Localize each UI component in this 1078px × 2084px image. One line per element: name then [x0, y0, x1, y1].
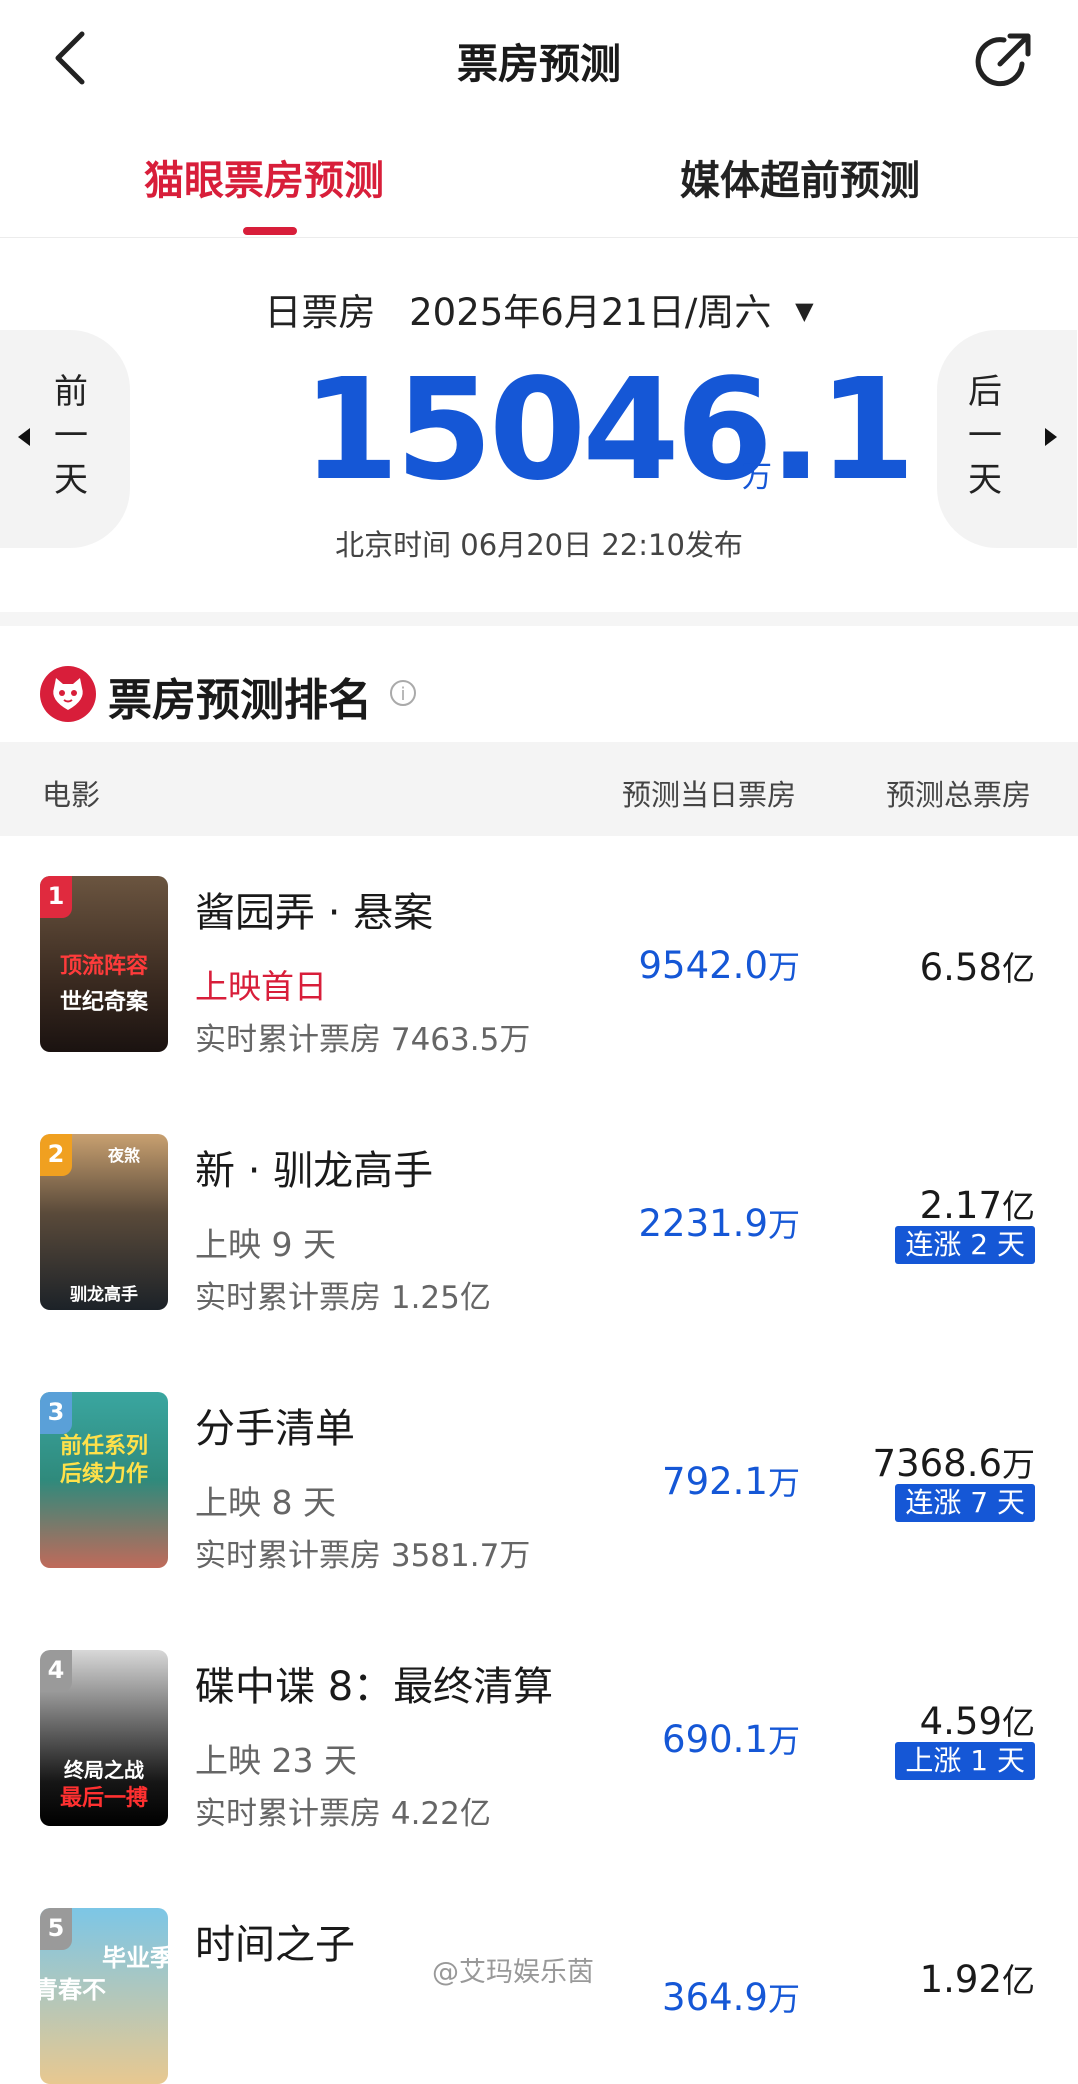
prev-char: 天 — [54, 460, 88, 500]
total-forecast-value: 4.59 — [919, 1700, 1002, 1743]
total-forecast: 4.59亿 — [920, 1696, 1035, 1744]
prev-day-button[interactable]: 前 一 天 — [0, 330, 130, 548]
movie-poster: 3 前任系列 后续力作 — [40, 1392, 168, 1568]
next-char: 一 — [968, 416, 1002, 456]
daily-box-office-total: 15046.1 — [302, 349, 916, 512]
date-type-label: 日票房 — [264, 291, 376, 334]
total-forecast-value: 7368.6 — [872, 1442, 1002, 1485]
total-forecast: 6.58亿 — [920, 942, 1035, 990]
day-forecast-unit: 万 — [767, 1464, 800, 1502]
poster-text: 青春不 — [40, 1976, 106, 2004]
selected-date: 2025年6月21日/周六 — [409, 291, 772, 334]
movie-name: 碟中谍 8：最终清算 — [195, 1664, 554, 1710]
total-forecast-value: 6.58 — [919, 946, 1002, 989]
tab-maoyan-forecast[interactable]: 猫眼票房预测 — [144, 148, 384, 206]
movie-status: 上映首日 — [195, 967, 327, 1006]
total-forecast-value: 2.17 — [919, 1184, 1002, 1227]
movie-cumulative: 实时累计票房 1.25亿 — [195, 1280, 491, 1316]
daily-box-office-unit: 万 — [742, 460, 772, 495]
prev-day-label: 前 一 天 — [51, 370, 91, 502]
maoyan-cat-logo-icon — [40, 666, 96, 722]
publish-time: 北京时间 06月20日 22:10发布 — [335, 528, 743, 562]
movie-name: 时间之子 — [195, 1922, 355, 1968]
movie-name: 酱园弄 · 悬案 — [195, 890, 434, 936]
poster-text: 驯龙高手 — [70, 1285, 138, 1305]
rank-badge: 5 — [40, 1908, 72, 1950]
prev-char: 一 — [54, 416, 88, 456]
day-forecast: 364.9万 — [662, 1974, 800, 2020]
movie-cumulative: 实时累计票房 7463.5万 — [195, 1022, 531, 1058]
total-forecast-unit: 亿 — [1002, 1703, 1035, 1742]
prev-char: 前 — [54, 372, 88, 412]
day-forecast: 9542.0万 — [639, 942, 800, 988]
date-selector[interactable]: 日票房 2025年6月21日/周六 ▼ — [0, 282, 1078, 336]
share-button[interactable] — [970, 28, 1036, 94]
movie-status: 上映 23 天 — [195, 1741, 357, 1780]
movie-name: 新 · 驯龙高手 — [195, 1148, 434, 1194]
day-forecast: 690.1万 — [662, 1716, 800, 1762]
total-forecast-unit: 亿 — [1002, 1961, 1035, 2000]
arrow-right-icon — [1045, 428, 1057, 446]
poster-text: 毕业季 — [102, 1944, 168, 1972]
trend-tag: 上涨 1 天 — [895, 1742, 1035, 1780]
day-forecast-value: 690.1 — [662, 1718, 768, 1761]
table-header: 电影 预测当日票房 预测总票房 — [0, 742, 1078, 836]
day-forecast-unit: 万 — [767, 1980, 800, 2018]
movie-poster: 4 终局之战 最后一搏 — [40, 1650, 168, 1826]
day-forecast-value: 9542.0 — [638, 944, 768, 987]
next-char: 后 — [968, 372, 1002, 412]
next-char: 天 — [968, 460, 1002, 500]
poster-text: 后续力作 — [59, 1462, 148, 1487]
movie-name: 分手清单 — [195, 1406, 355, 1452]
tab-divider — [0, 237, 1078, 238]
day-forecast-unit: 万 — [767, 1722, 800, 1760]
poster-text: 夜煞 — [107, 1146, 140, 1165]
movie-cumulative: 实时累计票房 4.22亿 — [195, 1796, 491, 1832]
total-forecast-unit: 万 — [1002, 1445, 1035, 1484]
arrow-left-icon — [18, 428, 30, 446]
rank-badge: 4 — [40, 1650, 72, 1692]
movie-status: 上映 8 天 — [195, 1483, 336, 1522]
column-movie: 电影 — [42, 778, 101, 812]
column-day-forecast: 预测当日票房 — [622, 778, 797, 812]
day-forecast-value: 792.1 — [662, 1460, 768, 1503]
section-divider — [0, 612, 1078, 626]
total-forecast: 1.92亿 — [920, 1954, 1035, 2002]
tab-media-forecast[interactable]: 媒体超前预测 — [680, 148, 920, 206]
trend-tag: 连涨 7 天 — [895, 1484, 1035, 1522]
ranking-title: 票房预测排名 — [108, 675, 372, 726]
active-tab-indicator — [243, 227, 297, 235]
trend-tag: 连涨 2 天 — [895, 1226, 1035, 1264]
poster-text: 最后一搏 — [59, 1786, 148, 1811]
movie-status: 上映 9 天 — [195, 1225, 336, 1264]
movie-cumulative: 实时累计票房 3581.7万 — [195, 1538, 531, 1574]
day-forecast-value: 2231.9 — [638, 1202, 768, 1245]
rank-badge: 1 — [40, 876, 72, 918]
total-forecast-unit: 亿 — [1002, 949, 1035, 988]
next-day-button[interactable]: 后 一 天 — [937, 330, 1077, 548]
total-forecast: 7368.6万 — [873, 1438, 1035, 1486]
next-day-label: 后 一 天 — [965, 370, 1005, 502]
total-forecast: 2.17亿 — [920, 1180, 1035, 1228]
day-forecast-unit: 万 — [767, 1206, 800, 1244]
movie-poster: 5 青春不 毕业季 — [40, 1908, 168, 2084]
total-forecast-value: 1.92 — [919, 1958, 1002, 2001]
watermark: @艾玛娱乐茵 — [432, 1957, 594, 1988]
poster-text: 顶流阵容 — [59, 954, 148, 979]
share-icon — [975, 33, 1031, 87]
page-title: 票房预测 — [457, 40, 621, 88]
movie-poster: 1 顶流阵容 世纪奇案 — [40, 876, 168, 1052]
day-forecast: 792.1万 — [662, 1458, 800, 1504]
info-icon[interactable]: i — [390, 680, 416, 706]
movie-poster: 2 夜煞 驯龙高手 — [40, 1134, 168, 1310]
poster-text: 世纪奇案 — [59, 990, 148, 1015]
day-forecast-unit: 万 — [767, 948, 800, 986]
total-forecast-unit: 亿 — [1002, 1187, 1035, 1226]
day-forecast: 2231.9万 — [639, 1200, 800, 1246]
column-total-forecast: 预测总票房 — [886, 778, 1032, 812]
poster-text: 终局之战 — [64, 1758, 144, 1782]
caret-down-icon: ▼ — [795, 297, 814, 325]
